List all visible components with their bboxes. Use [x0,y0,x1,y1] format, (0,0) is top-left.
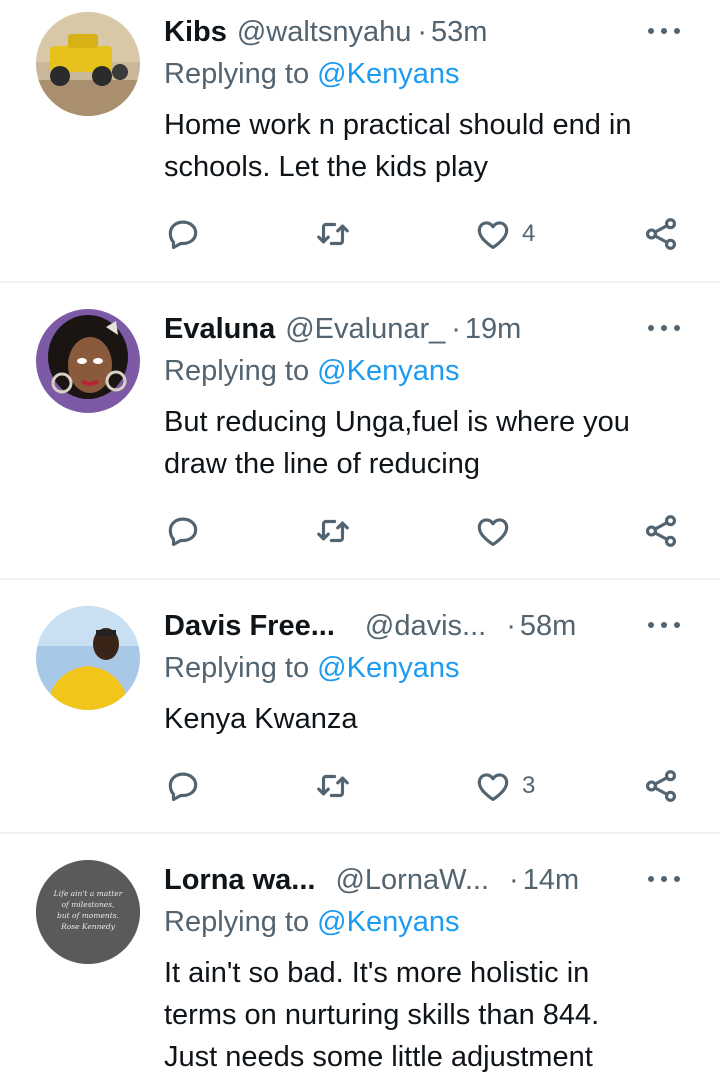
retweet-icon [317,774,349,798]
mention-link[interactable]: @Kenyans [317,355,459,387]
replying-prefix: Replying to [164,906,310,938]
separator-dot: · [417,15,428,48]
replying-prefix: Replying to [164,58,310,90]
user-handle[interactable]: @waltsnyahu [237,16,412,49]
display-name[interactable]: Davis Free... [164,610,335,643]
more-icon[interactable] [648,614,682,634]
share-icon [645,515,677,547]
tweet-header: Davis Free... @davis... · 58m [164,606,576,646]
like-count: 4 [522,220,536,247]
tweet-text: Kenya Kwanza [164,698,694,740]
quote-author: Rose Kennedy [60,922,116,931]
divider [0,578,720,580]
quote-line: but of moments. [57,911,119,920]
reply-button[interactable] [164,511,202,551]
tweet-text-line: Home work n practical should end in [164,109,632,141]
tweet-actions: 4 [164,214,694,254]
tweet-text-line: terms on nurturing skills than 844. [164,999,600,1031]
tweet-actions [164,511,694,551]
mention-link[interactable]: @Kenyans [317,652,459,684]
more-icon[interactable] [648,20,682,40]
mention-link[interactable]: @Kenyans [317,58,459,90]
share-button[interactable] [642,766,680,806]
tweet-4[interactable]: Life ain't a matter of milestones, but o… [0,860,720,1074]
reply-icon [168,517,198,547]
divider [0,832,720,834]
like-icon [477,221,509,250]
retweet-button[interactable] [314,511,352,551]
timestamp[interactable]: 53m [431,16,487,49]
more-icon[interactable] [648,868,682,888]
timestamp[interactable]: 58m [520,610,576,643]
tweet-header: Evaluna @Evalunar_ · 19m [164,309,521,349]
tweet-2[interactable]: Evaluna @Evalunar_ · 19m Replying to @Ke… [0,309,720,569]
tweet-text: It ain't so bad. It's more holistic in t… [164,952,694,1078]
tweet-header: Kibs @waltsnyahu · 53m [164,12,487,52]
replying-to: Replying to @Kenyans [164,355,459,388]
avatar-evaluna[interactable] [36,309,140,413]
tweet-text-line: Just needs some little adjustment [164,1041,593,1073]
like-button[interactable]: 3 [474,766,535,806]
timestamp[interactable]: 19m [465,313,521,346]
reply-icon [168,220,198,250]
timestamp[interactable]: 14m [523,864,579,897]
reply-button[interactable] [164,766,202,806]
replying-to: Replying to @Kenyans [164,906,459,939]
replying-prefix: Replying to [164,355,310,387]
tweet-header: Lorna wa... @LornaW... · 14m [164,860,579,900]
tweet-text-line: schools. Let the kids play [164,151,489,183]
mention-link[interactable]: @Kenyans [317,906,459,938]
tweet-text-line: draw the line of reducing [164,448,480,480]
reply-button[interactable] [164,214,202,254]
share-button[interactable] [642,214,680,254]
separator-dot: · [506,609,516,642]
quote-line: Life ain't a matter [53,889,123,898]
like-icon [477,518,509,547]
tweet-actions: 3 [164,766,694,806]
like-button[interactable] [474,511,522,551]
replying-to: Replying to @Kenyans [164,652,459,685]
tweet-text-line: It ain't so bad. It's more holistic in [164,957,590,989]
separator-dot: · [509,863,519,896]
display-name[interactable]: Kibs [164,16,227,49]
avatar-kibs[interactable] [36,12,140,116]
tweet-text: But reducing Unga,fuel is where you draw… [164,401,694,485]
display-name[interactable]: Lorna wa... [164,864,315,897]
avatar-davis[interactable] [36,606,140,710]
reply-icon [168,772,198,802]
quote-line: of milestones, [62,900,115,909]
user-handle[interactable]: @Evalunar_ [285,313,445,346]
more-icon[interactable] [648,317,682,337]
tweet-text: Home work n practical should end in scho… [164,104,694,188]
replying-prefix: Replying to [164,652,310,684]
retweet-button[interactable] [314,214,352,254]
avatar-lorna[interactable]: Life ain't a matter of milestones, but o… [36,860,140,964]
tweet-text-line: But reducing Unga,fuel is where you [164,406,630,438]
divider [0,281,720,283]
share-icon [645,770,677,802]
display-name[interactable]: Evaluna [164,313,275,346]
retweet-icon [317,519,349,543]
tweet-text-line: Kenya Kwanza [164,703,358,735]
share-button[interactable] [642,511,680,551]
share-icon [645,218,677,250]
retweet-button[interactable] [314,766,352,806]
like-icon [477,773,509,802]
like-button[interactable]: 4 [474,214,535,254]
tweet-3[interactable]: Davis Free... @davis... · 58m Replying t… [0,606,720,816]
tweet-1[interactable]: Kibs @waltsnyahu · 53m Replying to @Keny… [0,12,720,272]
like-count: 3 [522,772,536,799]
separator-dot: · [451,312,461,345]
user-handle[interactable]: @LornaW... [335,864,489,897]
user-handle[interactable]: @davis... [365,610,486,643]
replying-to: Replying to @Kenyans [164,58,459,91]
retweet-icon [317,222,349,246]
